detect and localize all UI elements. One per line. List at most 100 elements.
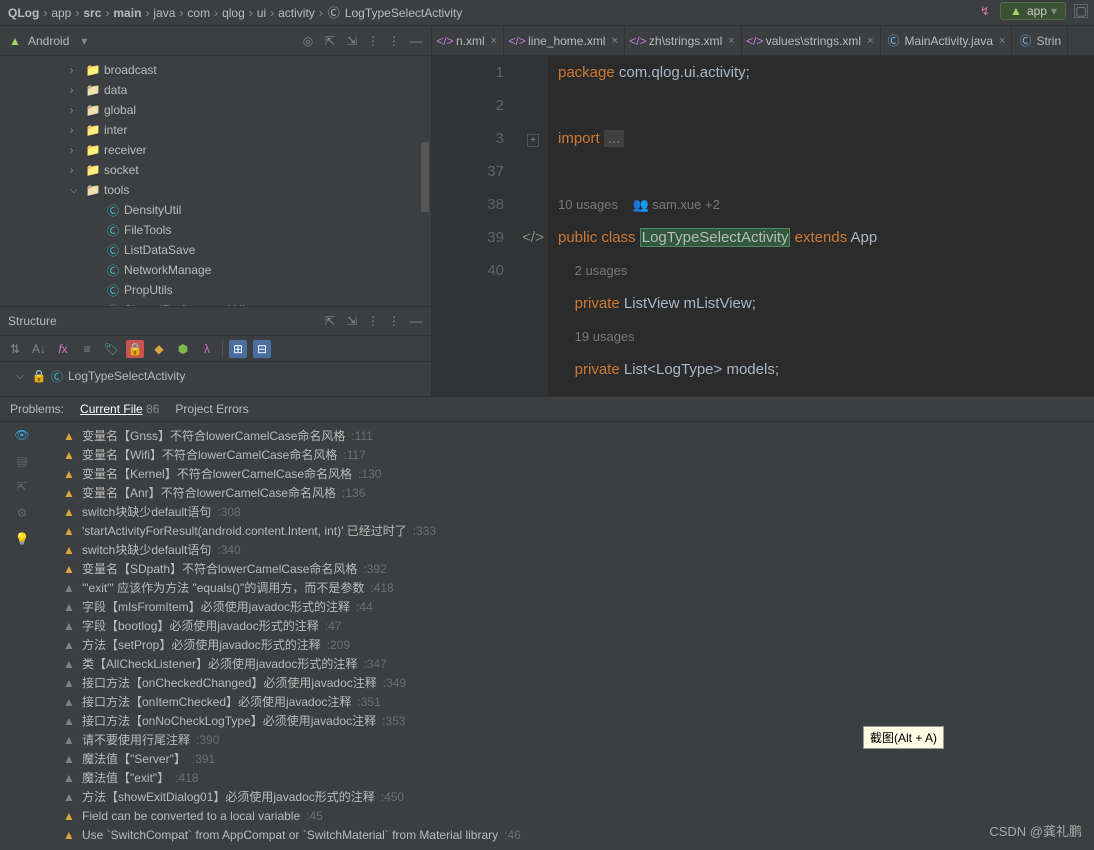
expand-icon[interactable]: ⇱ (323, 34, 337, 48)
code-line[interactable]: package com.qlog.ui.activity; (558, 56, 1094, 89)
outline-icon[interactable]: ▤ (15, 454, 29, 468)
breadcrumb-item[interactable]: java (153, 6, 175, 20)
editor-tab[interactable]: </>zh\strings.xml× (625, 26, 742, 55)
breadcrumb-item[interactable]: app (51, 6, 71, 20)
close-icon[interactable]: × (611, 35, 617, 47)
bug-icon[interactable]: ⬢ (174, 340, 192, 358)
minimize-icon[interactable]: — (409, 314, 423, 328)
tree-item[interactable]: ⒸListDataSave (0, 240, 431, 260)
tree-item[interactable]: ›📁inter (0, 120, 431, 140)
problem-item[interactable]: ▲Field can be converted to a local varia… (44, 806, 1094, 825)
code-line[interactable] (558, 155, 1094, 188)
tree-item[interactable]: ›📁global (0, 100, 431, 120)
breadcrumb-item[interactable]: ui (257, 6, 266, 20)
problem-item[interactable]: ▲方法【setProp】必须使用javadoc形式的注释 :209 (44, 635, 1094, 654)
editor-tab[interactable]: </>line_home.xml× (504, 26, 625, 55)
editor-tab[interactable]: ⒸStrin (1012, 26, 1068, 55)
settings-icon[interactable]: ⋮ (387, 34, 401, 48)
lock-icon[interactable]: 🔒 (126, 340, 144, 358)
close-icon[interactable]: × (999, 35, 1005, 47)
line-number[interactable]: 39 (432, 221, 504, 254)
tree-item[interactable]: ⒸFileTools (0, 220, 431, 240)
lambda-icon[interactable]: λ (198, 340, 216, 358)
bulb-icon[interactable]: 💡 (15, 532, 29, 546)
line-number[interactable]: 38 (432, 188, 504, 221)
problem-item[interactable]: ▲switch块缺少default语句 :308 (44, 502, 1094, 521)
editor-tabs[interactable]: </>n.xml×</>line_home.xml×</>zh\strings.… (432, 26, 1094, 56)
close-icon[interactable]: × (728, 35, 734, 47)
editor-tab[interactable]: </>values\strings.xml× (742, 26, 881, 55)
project-title[interactable]: Android (28, 34, 69, 48)
expand-icon[interactable]: ⇱ (323, 314, 337, 328)
problem-item[interactable]: ▲变量名【Gnss】不符合lowerCamelCase命名风格 :111 (44, 426, 1094, 445)
magic-wand-icon[interactable]: ↯ (978, 4, 992, 18)
collapse-icon[interactable]: ⇲ (345, 314, 359, 328)
target-icon[interactable]: ◎ (301, 34, 315, 48)
diamond-icon[interactable]: ◆ (150, 340, 168, 358)
tree-item[interactable]: ⌵📁tools (0, 180, 431, 200)
code-line[interactable]: 2 usages (558, 254, 1094, 287)
settings-icon[interactable]: ⋮ (387, 314, 401, 328)
structure-tree[interactable]: ⌵ 🔒 Ⓒ LogTypeSelectActivity (0, 362, 431, 390)
problems-tab-errors[interactable]: Project Errors (175, 402, 248, 416)
breadcrumb-item[interactable]: QLog (8, 6, 39, 20)
code-line[interactable]: private List<LogType> models; (558, 353, 1094, 386)
fold-icon[interactable]: + (527, 134, 539, 147)
device-icon[interactable]: ▢ (1074, 4, 1088, 18)
breadcrumb[interactable]: QLog›app›src›main›java›com›qlog›ui›activ… (0, 0, 1094, 26)
tree-item[interactable]: ›📁socket (0, 160, 431, 180)
close-icon[interactable]: × (867, 35, 873, 47)
editor-tab[interactable]: ⒸMainActivity.java× (881, 26, 1013, 55)
problem-item[interactable]: ▲变量名【SDpath】不符合lowerCamelCase命名风格 :392 (44, 559, 1094, 578)
code-line[interactable]: import ... (558, 122, 1094, 155)
problem-item[interactable]: ▲方法【showExitDialog01】必须使用javadoc形式的注释 :4… (44, 787, 1094, 806)
list-icon[interactable]: ≡ (78, 340, 96, 358)
breadcrumb-item[interactable]: com (187, 6, 210, 20)
breadcrumb-item[interactable]: main (113, 6, 141, 20)
problem-item[interactable]: ▲类【AllCheckListener】必须使用javadoc形式的注释 :34… (44, 654, 1094, 673)
problem-item[interactable]: ▲魔法值【"exit"】 :418 (44, 768, 1094, 787)
problem-item[interactable]: ▲变量名【Anr】不符合lowerCamelCase命名风格 :136 (44, 483, 1094, 502)
collapse-all-icon[interactable]: ⊟ (253, 340, 271, 358)
alpha-sort-icon[interactable]: A↓ (30, 340, 48, 358)
tree-item[interactable]: ›📁broadcast (0, 60, 431, 80)
tree-item[interactable]: ⒸDensityUtil (0, 200, 431, 220)
code-line[interactable]: 10 usages 👥 sam.xue +2 (558, 188, 1094, 221)
problem-item[interactable]: ▲接口方法【onCheckedChanged】必须使用javadoc注释 :34… (44, 673, 1094, 692)
problem-item[interactable]: ▲'"exit"' 应该作为方法 "equals()"的调用方，而不是参数 :4… (44, 578, 1094, 597)
breadcrumb-item[interactable]: qlog (222, 6, 245, 20)
expand-all-icon[interactable]: ⊞ (229, 340, 247, 358)
breadcrumb-item[interactable]: src (83, 6, 101, 20)
problem-item[interactable]: ▲接口方法【onItemChecked】必须使用javadoc注释 :351 (44, 692, 1094, 711)
expand-icon[interactable]: ⇱ (15, 480, 29, 494)
override-icon[interactable]: </> (522, 229, 544, 246)
tree-item[interactable]: ›📁data (0, 80, 431, 100)
line-number[interactable]: 37 (432, 155, 504, 188)
sort-icon[interactable]: ⇅ (6, 340, 24, 358)
problem-item[interactable]: ▲Use `SwitchCompat` from AppCompat or `S… (44, 825, 1094, 844)
tree-item[interactable]: ⒸNetworkManage (0, 260, 431, 280)
problem-item[interactable]: ▲'startActivityForResult(android.content… (44, 521, 1094, 540)
func-icon[interactable]: fx (54, 340, 72, 358)
close-icon[interactable]: × (491, 35, 497, 47)
code-line[interactable]: public class LogTypeSelectActivity exten… (558, 221, 1094, 254)
collapse-icon[interactable]: ⇲ (345, 34, 359, 48)
run-config-selector[interactable]: ▲ app ▾ (1000, 2, 1066, 20)
breadcrumb-item[interactable]: activity (278, 6, 315, 20)
problem-item[interactable]: ▲switch块缺少default语句 :340 (44, 540, 1094, 559)
problem-item[interactable]: ▲字段【mIsFromItem】必须使用javadoc形式的注释 :44 (44, 597, 1094, 616)
code-line[interactable]: 19 usages (558, 320, 1094, 353)
problem-item[interactable]: ▲字段【bootlog】必须使用javadoc形式的注释 :47 (44, 616, 1094, 635)
line-number[interactable]: 2 (432, 89, 504, 122)
problem-item[interactable]: ▲变量名【Wifi】不符合lowerCamelCase命名风格 :117 (44, 445, 1094, 464)
line-number[interactable]: 3 (432, 122, 504, 155)
line-number[interactable]: 40 (432, 254, 504, 287)
tree-item[interactable]: ⒸSharedPreferencesUtil (0, 300, 431, 306)
code-line[interactable] (558, 89, 1094, 122)
tree-item[interactable]: ⒸPropUtils (0, 280, 431, 300)
scrollbar[interactable] (421, 142, 429, 212)
filter-icon[interactable]: ⚙ (15, 506, 29, 520)
problem-item[interactable]: ▲变量名【Kernel】不符合lowerCamelCase命名风格 :130 (44, 464, 1094, 483)
minimize-icon[interactable]: — (409, 34, 423, 48)
project-tree[interactable]: ›📁broadcast›📁data›📁global›📁inter›📁receiv… (0, 56, 431, 306)
